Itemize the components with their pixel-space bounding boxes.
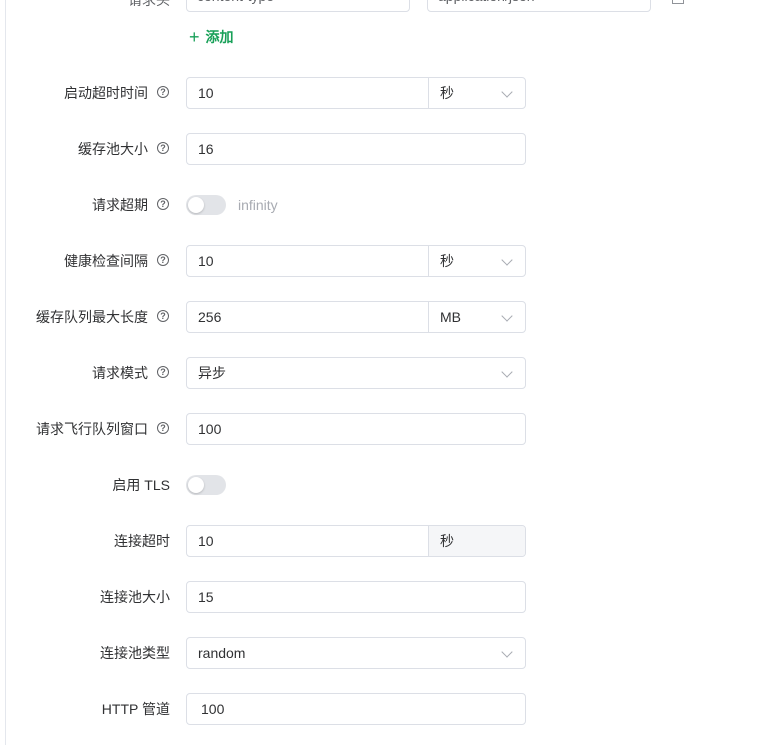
field-label: 请求超期 — [92, 197, 148, 213]
field-label: HTTP 管道 — [101, 701, 170, 717]
inflight-queue-window-input[interactable]: 100 — [186, 413, 526, 445]
select-value: random — [198, 645, 246, 661]
question-circle-icon[interactable]: ? — [157, 310, 169, 322]
switch-knob — [188, 197, 204, 213]
chevron-down-icon — [501, 86, 513, 98]
switch-knob — [188, 477, 204, 493]
cache-pool-size-input[interactable]: 16 — [186, 133, 526, 165]
question-circle-icon[interactable]: ? — [157, 254, 169, 266]
header-key-input[interactable]: content-type — [186, 0, 410, 12]
field-label: 健康检查间隔 — [64, 253, 148, 269]
question-circle-icon[interactable]: ? — [157, 422, 169, 434]
form-row-request-timeout: 请求超期 ? infinity — [0, 189, 782, 221]
chevron-down-icon — [501, 310, 513, 322]
connect-timeout-input-group: 10 秒 — [186, 525, 526, 557]
http-pipeline-input[interactable]: 100 — [186, 693, 526, 725]
cache-queue-max-length-input[interactable]: 256 — [187, 302, 429, 332]
request-timeout-switch[interactable] — [186, 195, 226, 215]
field-label: 缓存池大小 — [78, 141, 148, 157]
question-circle-icon[interactable]: ? — [157, 198, 169, 210]
add-header-button[interactable]: + 添加 — [189, 27, 234, 47]
connect-timeout-unit: 秒 — [429, 526, 525, 556]
chevron-down-icon — [501, 254, 513, 266]
unit-value: 秒 — [440, 253, 454, 269]
form-row-http-pipeline: HTTP 管道 100 — [0, 693, 782, 725]
health-check-interval-input[interactable]: 10 — [187, 246, 429, 276]
field-label: 缓存队列最大长度 — [36, 309, 148, 325]
startup-timeout-unit-select[interactable]: 秒 — [429, 78, 525, 108]
cache-queue-max-length-input-group: 256 MB — [186, 301, 526, 333]
form-row-connection-pool-type: 连接池类型 random — [0, 637, 782, 669]
input-value: 100 — [201, 701, 225, 717]
question-circle-icon[interactable]: ? — [157, 86, 169, 98]
plus-icon: + — [189, 27, 200, 47]
header-label: 请求头 — [128, 0, 170, 8]
unit-value: MB — [440, 309, 461, 325]
startup-timeout-input[interactable]: 10 — [187, 78, 429, 108]
field-label: 启动超时时间 — [64, 85, 148, 101]
form-row-connection-pool-size: 连接池大小 15 — [0, 581, 782, 613]
select-value: 异步 — [198, 365, 226, 381]
field-label: 请求飞行队列窗口 — [36, 421, 148, 437]
form-row-health-check-interval: 健康检查间隔 ? 10 秒 — [0, 245, 782, 277]
field-label: 连接池大小 — [100, 589, 170, 605]
input-value: 16 — [198, 141, 214, 157]
add-label: 添加 — [205, 29, 234, 45]
header-value-input[interactable]: application/json — [427, 0, 651, 12]
field-label: 连接池类型 — [100, 645, 170, 661]
connection-pool-size-input[interactable]: 15 — [186, 581, 526, 613]
connect-timeout-input[interactable]: 10 — [187, 526, 429, 556]
field-label: 连接超时 — [114, 533, 170, 549]
startup-timeout-input-group: 10 秒 — [186, 77, 526, 109]
health-check-interval-input-group: 10 秒 — [186, 245, 526, 277]
question-circle-icon[interactable]: ? — [157, 366, 169, 378]
field-label: 启用 TLS — [112, 477, 170, 493]
trash-icon[interactable] — [672, 0, 684, 4]
form-row-cache-pool-size: 缓存池大小 ? 16 — [0, 133, 782, 165]
input-value: 15 — [198, 589, 214, 605]
unit-value: 秒 — [440, 85, 454, 101]
form-row-request-mode: 请求模式 ? 异步 — [0, 357, 782, 389]
form-row-enable-tls: 启用 TLS — [0, 469, 782, 501]
field-label: 请求模式 — [92, 365, 148, 381]
health-check-interval-unit-select[interactable]: 秒 — [429, 246, 525, 276]
form-row-inflight-queue-window: 请求飞行队列窗口 ? 100 — [0, 413, 782, 445]
switch-text: infinity — [238, 197, 278, 213]
form-row-cache-queue-max-length: 缓存队列最大长度 ? 256 MB — [0, 301, 782, 333]
question-circle-icon[interactable]: ? — [157, 142, 169, 154]
connection-pool-type-select[interactable]: random — [186, 637, 526, 669]
form-row-startup-timeout: 启动超时时间 ? 10 秒 — [0, 77, 782, 109]
input-value: 100 — [198, 421, 222, 437]
cache-queue-max-length-unit-select[interactable]: MB — [429, 302, 525, 332]
enable-tls-switch[interactable] — [186, 475, 226, 495]
request-mode-select[interactable]: 异步 — [186, 357, 526, 389]
form-row-connect-timeout: 连接超时 10 秒 — [0, 525, 782, 557]
